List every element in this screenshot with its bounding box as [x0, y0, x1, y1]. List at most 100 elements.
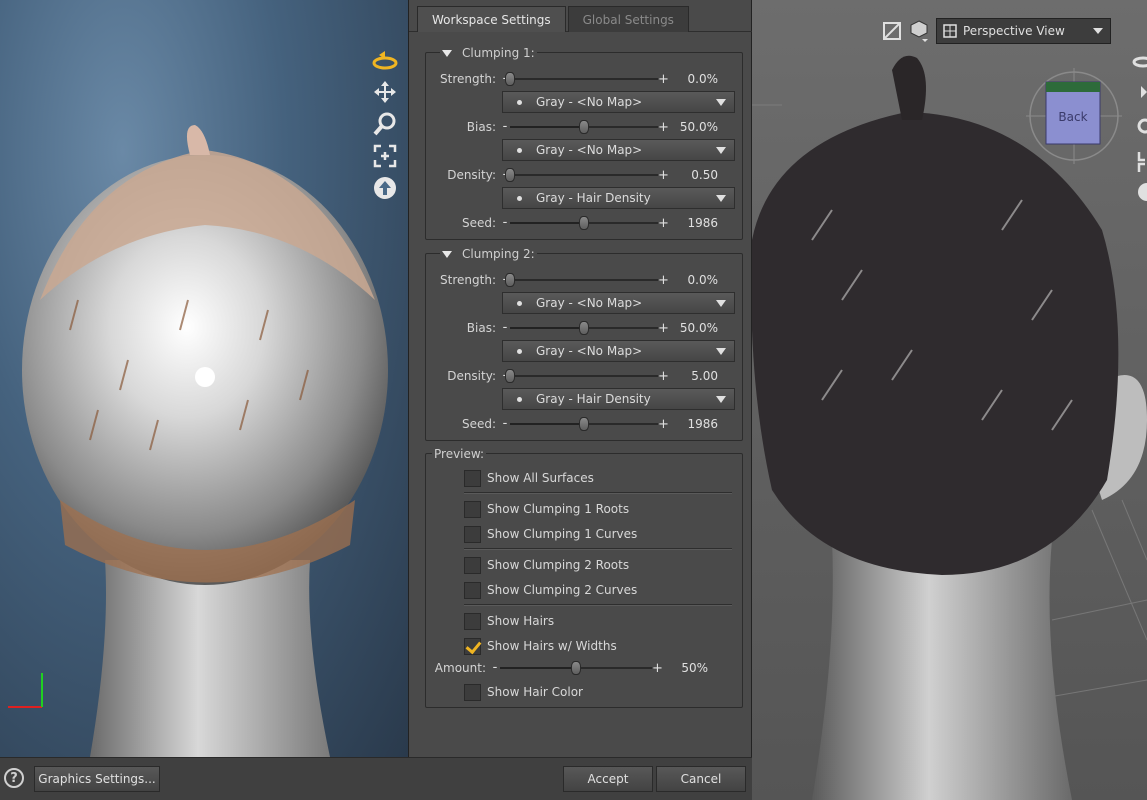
density-value[interactable]: 5.00: [668, 369, 726, 383]
increment-button[interactable]: +: [652, 661, 663, 676]
seed-label: Seed:: [461, 417, 496, 431]
increment-button[interactable]: +: [658, 216, 669, 231]
increment-button[interactable]: +: [658, 417, 669, 432]
slider-thumb[interactable]: [505, 72, 515, 86]
increment-button[interactable]: +: [658, 321, 669, 336]
decrement-button[interactable]: -: [500, 417, 510, 430]
tab-global-settings[interactable]: Global Settings: [567, 6, 689, 32]
clumping2-strength-slider[interactable]: -+: [500, 273, 669, 288]
clumping2-density-map-dropdown[interactable]: Gray - Hair Density: [502, 388, 735, 410]
clumping2-strength-map-dropdown[interactable]: Gray - <No Map>: [502, 292, 735, 314]
show-hairs-row[interactable]: Show Hairs: [464, 609, 554, 633]
strength-label: Strength:: [440, 273, 496, 287]
clumping1-density-map-dropdown[interactable]: Gray - Hair Density: [502, 187, 735, 209]
show-hairs-widths-row[interactable]: Show Hairs w/ Widths: [464, 634, 617, 658]
show-all-surfaces-checkbox[interactable]: [464, 469, 481, 487]
clumping1-strength-map-dropdown[interactable]: Gray - <No Map>: [502, 91, 735, 113]
slider-thumb[interactable]: [505, 273, 515, 287]
clumping1-header[interactable]: Clumping 1:: [440, 45, 537, 61]
density-value[interactable]: 0.50: [668, 168, 726, 182]
draw-style-icon[interactable]: [882, 21, 902, 41]
amount-label: Amount:: [434, 661, 486, 675]
collapse-triangle-icon[interactable]: [442, 49, 452, 57]
perspective-view-dropdown[interactable]: Perspective View: [936, 18, 1111, 44]
increment-button[interactable]: +: [658, 369, 669, 384]
chevron-down-icon: [1093, 28, 1103, 34]
show-clumping2-curves-checkbox[interactable]: [464, 581, 481, 599]
density-label: Density:: [447, 168, 496, 182]
show-hairs-checkbox[interactable]: [464, 612, 481, 630]
clumping1-strength-slider[interactable]: -+: [500, 72, 669, 87]
graphics-settings-button[interactable]: Graphics Settings...: [34, 766, 160, 792]
decrement-button[interactable]: -: [500, 216, 510, 229]
pan-icon[interactable]: [368, 76, 402, 108]
clumping1-density-slider[interactable]: -+: [500, 168, 669, 183]
clumping2-strength-row: Strength: -+ 0.0%: [426, 268, 744, 292]
chevron-down-icon: [716, 299, 726, 307]
slider-thumb[interactable]: [505, 369, 515, 383]
clumping1-bias-map-dropdown[interactable]: Gray - <No Map>: [502, 139, 735, 161]
dialog-footer: ? Graphics Settings... Accept Cancel: [0, 757, 752, 800]
show-clumping1-roots-checkbox[interactable]: [464, 500, 481, 518]
help-icon[interactable]: ?: [4, 768, 24, 788]
chevron-down-icon: [716, 347, 726, 355]
increment-button[interactable]: +: [658, 72, 669, 87]
slider-thumb[interactable]: [579, 321, 589, 335]
collapse-triangle-icon[interactable]: [442, 250, 452, 258]
clumping2-header[interactable]: Clumping 2:: [440, 246, 537, 262]
increment-button[interactable]: +: [658, 120, 669, 135]
clumping1-seed-slider[interactable]: - +: [500, 216, 669, 231]
clumping2-density-slider[interactable]: -+: [500, 369, 669, 384]
seed-value[interactable]: 1986: [668, 417, 726, 431]
cancel-button[interactable]: Cancel: [656, 766, 746, 792]
bias-value[interactable]: 50.0%: [668, 120, 726, 134]
left-viewport[interactable]: [0, 0, 408, 757]
divider: [464, 604, 732, 605]
slider-thumb[interactable]: [579, 417, 589, 431]
amount-value[interactable]: 50%: [662, 661, 716, 675]
reset-view-icon[interactable]: [368, 172, 402, 204]
right-viewport[interactable]: Perspective View Back: [752, 0, 1147, 800]
preview-group: Preview: Show All Surfaces Show Clumping…: [425, 446, 743, 708]
show-clumping2-roots-checkbox[interactable]: [464, 556, 481, 574]
show-clumping2-curves-row[interactable]: Show Clumping 2 Curves: [464, 578, 637, 602]
decrement-button[interactable]: -: [500, 321, 510, 334]
strength-value[interactable]: 0.0%: [668, 273, 726, 287]
clumping2-bias-map-dropdown[interactable]: Gray - <No Map>: [502, 340, 735, 362]
orbit-icon[interactable]: [368, 44, 402, 76]
divider: [464, 492, 732, 493]
accept-button[interactable]: Accept: [563, 766, 653, 792]
show-clumping2-roots-row[interactable]: Show Clumping 2 Roots: [464, 553, 629, 577]
clumping1-seed-row: Seed: - + 1986: [426, 211, 744, 235]
bias-value[interactable]: 50.0%: [668, 321, 726, 335]
slider-thumb[interactable]: [579, 216, 589, 230]
cube-menu-icon[interactable]: [908, 19, 930, 43]
decrement-button[interactable]: -: [490, 661, 500, 674]
decrement-button[interactable]: -: [500, 120, 510, 133]
frame-icon[interactable]: [368, 140, 402, 172]
clumping2-seed-slider[interactable]: - +: [500, 417, 669, 432]
increment-button[interactable]: +: [658, 168, 669, 183]
show-hair-color-row[interactable]: Show Hair Color: [464, 680, 583, 704]
slider-thumb[interactable]: [505, 168, 515, 182]
show-clumping1-roots-row[interactable]: Show Clumping 1 Roots: [464, 497, 629, 521]
tab-workspace-settings[interactable]: Workspace Settings: [417, 6, 566, 32]
amount-slider[interactable]: - +: [490, 661, 663, 676]
clumping2-bias-slider[interactable]: - +: [500, 321, 669, 336]
divider: [464, 548, 732, 549]
seed-value[interactable]: 1986: [668, 216, 726, 230]
preview-header: Preview:: [432, 446, 487, 462]
slider-thumb[interactable]: [571, 661, 581, 675]
slider-thumb[interactable]: [579, 120, 589, 134]
show-clumping1-curves-row[interactable]: Show Clumping 1 Curves: [464, 522, 637, 546]
bias-label: Bias:: [466, 321, 496, 335]
zoom-icon[interactable]: [368, 108, 402, 140]
show-hair-color-checkbox[interactable]: [464, 683, 481, 701]
show-hairs-widths-checkbox[interactable]: [464, 637, 481, 655]
strength-value[interactable]: 0.0%: [668, 72, 726, 86]
show-clumping1-curves-checkbox[interactable]: [464, 525, 481, 543]
clumping1-bias-slider[interactable]: - +: [500, 120, 669, 135]
increment-button[interactable]: +: [658, 273, 669, 288]
viewport-toolbar: Perspective View: [882, 16, 1111, 46]
show-all-surfaces-row[interactable]: Show All Surfaces: [464, 466, 594, 490]
